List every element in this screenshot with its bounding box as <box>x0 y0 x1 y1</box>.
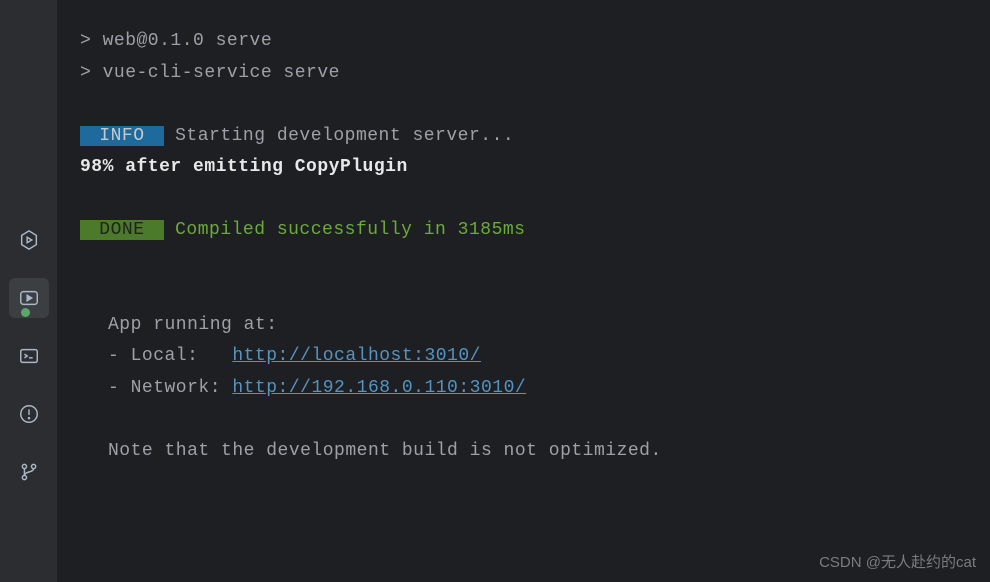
info-badge: INFO <box>80 126 164 146</box>
done-text: Compiled successfully in 3185ms <box>164 220 526 240</box>
output-line-info: INFO Starting development server... <box>80 121 968 153</box>
hexagon-play-icon <box>18 229 40 251</box>
blank-line <box>80 404 968 436</box>
terminal-output: > web@0.1.0 serve > vue-cli-service serv… <box>58 0 990 582</box>
network-label: - Network: <box>108 378 232 398</box>
blank-line <box>80 247 968 279</box>
blank-line <box>80 184 968 216</box>
play-icon <box>18 287 40 309</box>
git-icon[interactable] <box>9 452 49 492</box>
info-text: Starting development server... <box>164 126 514 146</box>
warning-circle-icon <box>18 403 40 425</box>
git-branch-icon <box>18 461 40 483</box>
output-line-app-running: App running at: <box>80 310 968 342</box>
local-url-link[interactable]: http://localhost:3010/ <box>232 346 481 366</box>
run-icon[interactable] <box>9 278 49 318</box>
problems-icon[interactable] <box>9 394 49 434</box>
output-line-progress: 98% after emitting CopyPlugin <box>80 152 968 184</box>
output-line-network: - Network: http://192.168.0.110:3010/ <box>80 373 968 405</box>
terminal-icon[interactable] <box>9 336 49 376</box>
blank-line <box>80 278 968 310</box>
output-line-local: - Local: http://localhost:3010/ <box>80 341 968 373</box>
services-icon[interactable] <box>9 220 49 260</box>
run-active-marker <box>21 308 30 317</box>
blank-line <box>80 89 968 121</box>
local-label: - Local: <box>108 346 232 366</box>
output-line-script: > web@0.1.0 serve <box>80 26 968 58</box>
tool-sidebar <box>0 0 58 582</box>
output-line-done: DONE Compiled successfully in 3185ms <box>80 215 968 247</box>
output-line-command: > vue-cli-service serve <box>80 58 968 90</box>
terminal-window-icon <box>18 345 40 367</box>
network-url-link[interactable]: http://192.168.0.110:3010/ <box>232 378 526 398</box>
watermark-text: CSDN @无人赴约的cat <box>819 550 976 576</box>
output-line-note: Note that the development build is not o… <box>80 436 968 468</box>
done-badge: DONE <box>80 220 164 240</box>
